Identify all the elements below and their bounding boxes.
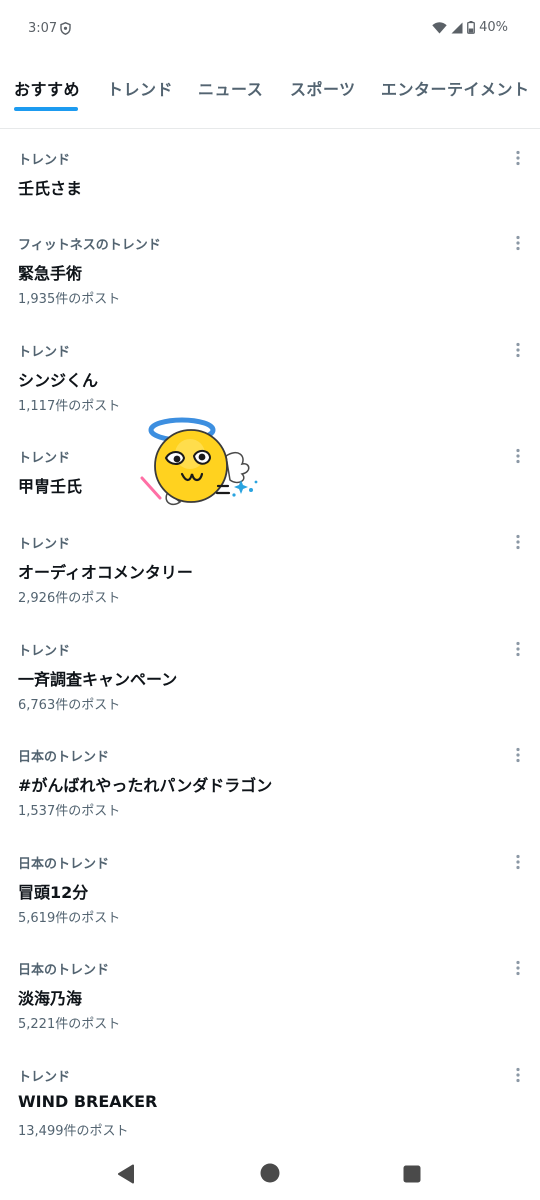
trend-title: 緊急手術 <box>18 264 83 283</box>
status-indicators: 40% <box>432 20 508 35</box>
angel-emoji-sticker <box>140 417 258 506</box>
trend-item[interactable]: トレンド シンジくん 1,117件のポスト <box>0 321 540 427</box>
tab-trending[interactable]: トレンド <box>107 76 173 100</box>
trend-item[interactable]: 日本のトレンド #がんばれやったれパンダドラゴン 1,537件のポスト <box>0 726 540 833</box>
trend-item[interactable]: トレンド 一斉調査キャンペーン 6,763件のポスト <box>0 620 540 726</box>
trend-category: トレンド <box>18 537 71 552</box>
explore-tabs: おすすめ トレンド ニュース スポーツ エンターテイメント <box>0 62 540 129</box>
trend-title: 冒頭12分 <box>18 883 89 902</box>
more-options-icon[interactable] <box>514 854 522 870</box>
trend-item[interactable]: フィットネスのトレンド 緊急手術 1,935件のポスト <box>0 214 540 321</box>
trend-category: トレンド <box>18 451 71 466</box>
more-options-icon[interactable] <box>514 342 522 358</box>
tab-news[interactable]: ニュース <box>198 76 263 100</box>
trend-title: シンジくん <box>18 371 99 390</box>
trend-category: 日本のトレンド <box>18 857 110 872</box>
trend-post-count: 5,221件のポスト <box>18 1017 121 1032</box>
system-navigation-bar <box>0 1148 540 1200</box>
more-options-icon[interactable] <box>514 534 522 550</box>
trend-item[interactable]: トレンド 甲冑壬氏 <box>0 427 540 513</box>
more-options-icon[interactable] <box>514 235 522 251</box>
wifi-icon <box>432 21 447 33</box>
trend-item[interactable]: トレンド WIND BREAKER 13,499件のポスト <box>0 1046 540 1146</box>
trend-item[interactable]: 日本のトレンド 冒頭12分 5,619件のポスト <box>0 833 540 939</box>
trend-category: フィットネスのトレンド <box>18 238 161 253</box>
trend-item[interactable]: 日本のトレンド 淡海乃海 5,221件のポスト <box>0 939 540 1046</box>
trend-title: #がんばれやったれパンダドラゴン <box>18 776 273 795</box>
trend-list: トレンド 壬氏さま フィットネスのトレンド 緊急手術 1,935件のポスト トレ… <box>0 129 540 1146</box>
battery-percentage: 40% <box>479 20 508 35</box>
trend-category: 日本のトレンド <box>18 963 110 978</box>
trend-category: トレンド <box>18 345 71 360</box>
trend-title: 壬氏さま <box>18 179 83 198</box>
tab-entertainment[interactable]: エンターテイメント <box>381 76 530 100</box>
trend-post-count: 13,499件のポスト <box>18 1124 129 1139</box>
cellular-signal-icon <box>451 22 463 33</box>
trend-post-count: 6,763件のポスト <box>18 698 121 713</box>
trend-post-count: 1,935件のポスト <box>18 292 121 307</box>
trend-post-count: 5,619件のポスト <box>18 911 121 926</box>
more-options-icon[interactable] <box>514 747 522 763</box>
trend-title: 淡海乃海 <box>18 989 83 1008</box>
trend-post-count: 1,117件のポスト <box>18 399 121 414</box>
trend-post-count: 2,926件のポスト <box>18 591 121 606</box>
trend-category: トレンド <box>18 153 71 168</box>
status-time: 3:07 <box>28 21 58 36</box>
more-options-icon[interactable] <box>514 1067 522 1083</box>
shield-icon <box>60 22 71 35</box>
more-options-icon[interactable] <box>514 641 522 657</box>
more-options-icon[interactable] <box>514 150 522 166</box>
trend-category: トレンド <box>18 1070 71 1085</box>
trend-category: 日本のトレンド <box>18 750 110 765</box>
trend-title: WIND BREAKER <box>18 1092 158 1111</box>
recents-icon[interactable] <box>403 1165 421 1183</box>
battery-icon <box>467 21 475 34</box>
trend-post-count: 1,537件のポスト <box>18 804 121 819</box>
trend-title: 一斉調査キャンペーン <box>18 670 178 689</box>
more-options-icon[interactable] <box>514 960 522 976</box>
trend-title: 甲冑壬氏 <box>18 477 83 496</box>
trend-category: トレンド <box>18 644 71 659</box>
back-icon[interactable] <box>117 1164 135 1184</box>
tab-sports[interactable]: スポーツ <box>290 76 356 100</box>
more-options-icon[interactable] <box>514 448 522 464</box>
status-bar: 3:07 40% <box>0 0 540 58</box>
trend-item[interactable]: トレンド 壬氏さま <box>0 129 540 214</box>
home-icon[interactable] <box>260 1163 280 1183</box>
tab-recommended[interactable]: おすすめ <box>14 76 80 100</box>
active-tab-indicator <box>14 107 78 111</box>
trend-title: オーディオコメンタリー <box>18 563 193 582</box>
trend-item[interactable]: トレンド オーディオコメンタリー 2,926件のポスト <box>0 513 540 620</box>
